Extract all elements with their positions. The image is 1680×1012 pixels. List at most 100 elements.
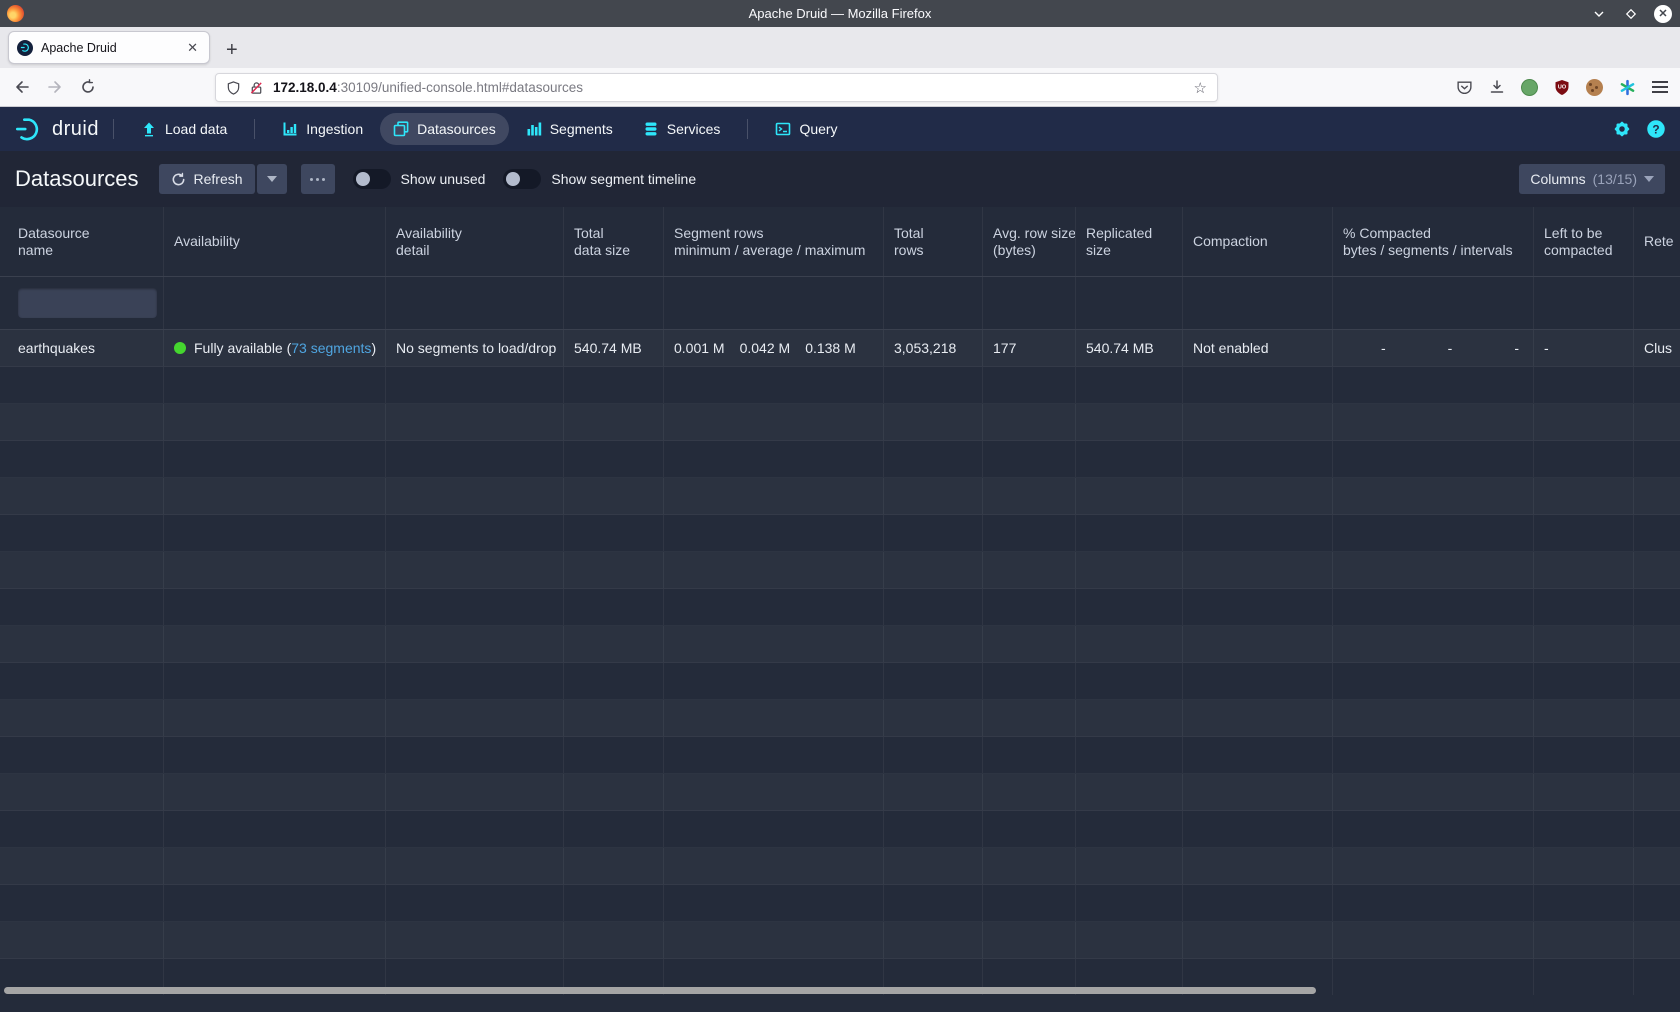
table-header-row: Datasourcename Availability Availability…: [0, 207, 1680, 277]
column-header-avg-row-size[interactable]: Avg. row size(bytes): [983, 207, 1076, 276]
query-icon: [775, 121, 791, 137]
nav-item-datasources[interactable]: Datasources: [380, 113, 509, 145]
cell-segment-rows: 0.001 M 0.042 M 0.138 M: [664, 330, 884, 366]
segments-count-link[interactable]: 73 segments: [291, 340, 371, 356]
toggle-knob: [356, 172, 370, 186]
window-close-button[interactable]: ✕: [1654, 5, 1672, 23]
table-filter-row: [0, 277, 1680, 330]
nav-item-load-data[interactable]: Load data: [128, 113, 240, 145]
new-tab-button[interactable]: +: [226, 40, 238, 60]
cookie-extension-icon[interactable]: [1586, 79, 1603, 96]
column-header-datasource-name[interactable]: Datasourcename: [0, 207, 164, 276]
columns-button[interactable]: Columns (13/15): [1519, 164, 1665, 194]
window-titlebar: Apache Druid — Mozilla Firefox ✕: [0, 0, 1680, 27]
nav-item-services[interactable]: Services: [630, 113, 734, 145]
shield-permissions-icon[interactable]: [226, 80, 241, 96]
tab-title: Apache Druid: [41, 41, 184, 55]
services-icon: [643, 121, 659, 137]
column-header-compaction[interactable]: Compaction: [1183, 207, 1333, 276]
nav-divider: [747, 119, 748, 139]
column-header-total-rows[interactable]: Totalrows: [884, 207, 983, 276]
druid-favicon-icon: [17, 40, 33, 56]
datasources-icon: [393, 121, 409, 137]
refresh-options-button[interactable]: [257, 164, 287, 194]
more-icon: [310, 178, 313, 181]
column-header-availability[interactable]: Availability: [164, 207, 386, 276]
empty-table-row: [0, 922, 1680, 959]
horizontal-scrollbar-thumb[interactable]: [4, 987, 1316, 994]
window-title: Apache Druid — Mozilla Firefox: [0, 6, 1680, 21]
availability-text: Fully available (: [194, 340, 291, 356]
page-header: Datasources Refresh Show unused Show seg…: [0, 151, 1680, 207]
browser-toolbar: 172.18.0.4:30109/unified-console.html#da…: [0, 68, 1680, 107]
menu-icon[interactable]: [1652, 78, 1668, 96]
nav-item-label: Query: [799, 121, 837, 137]
reload-icon[interactable]: [80, 79, 96, 95]
cell-percent-compacted: - - -: [1333, 330, 1534, 366]
nav-item-label: Datasources: [417, 121, 496, 137]
columns-count: (13/15): [1593, 171, 1637, 187]
download-icon[interactable]: [1489, 79, 1505, 95]
column-header-replicated-size[interactable]: Replicatedsize: [1076, 207, 1183, 276]
druid-brand-text: druid: [52, 118, 99, 141]
empty-table-row: [0, 515, 1680, 552]
caret-down-icon: [267, 176, 277, 182]
datasource-name-filter-input[interactable]: [18, 288, 157, 318]
pct-intervals: -: [1466, 340, 1533, 356]
nav-item-query[interactable]: Query: [762, 113, 850, 145]
druid-navbar: druid Load data Ingestion Datasources Se…: [0, 107, 1680, 151]
extension-icon[interactable]: [1521, 79, 1538, 96]
datasource-row-earthquakes: earthquakes Fully available (73 segments…: [0, 330, 1680, 367]
toggle-knob: [506, 172, 520, 186]
show-unused-toggle[interactable]: [353, 169, 391, 189]
column-header-availability-detail[interactable]: Availabilitydetail: [386, 207, 564, 276]
back-icon[interactable]: [14, 79, 30, 95]
column-header-retention[interactable]: Rete: [1634, 207, 1680, 276]
pocket-icon[interactable]: [1456, 79, 1473, 96]
ingestion-icon: [282, 121, 298, 137]
cell-compaction[interactable]: Not enabled: [1183, 330, 1333, 366]
empty-table-row: [0, 811, 1680, 848]
bookmark-star-icon[interactable]: ☆: [1194, 79, 1207, 97]
empty-table-row: [0, 774, 1680, 811]
column-header-left-to-be-compacted[interactable]: Left to becompacted: [1534, 207, 1634, 276]
empty-table-row: [0, 404, 1680, 441]
empty-table-row: [0, 700, 1680, 737]
column-header-total-data-size[interactable]: Totaldata size: [564, 207, 664, 276]
ublock-shield-icon[interactable]: UO: [1554, 79, 1570, 96]
cell-total-data-size: 540.74 MB: [564, 330, 664, 366]
load-data-icon: [141, 121, 157, 137]
cell-avg-row-size: 177: [983, 330, 1076, 366]
segments-icon: [526, 121, 542, 137]
column-header-segment-rows[interactable]: Segment rowsminimum / average / maximum: [664, 207, 884, 276]
cell-retention[interactable]: Clus: [1634, 330, 1680, 366]
empty-table-row: [0, 589, 1680, 626]
settings-gear-icon[interactable]: [1612, 119, 1632, 139]
nav-item-ingestion[interactable]: Ingestion: [269, 113, 376, 145]
url-text: 172.18.0.4:30109/unified-console.html#da…: [273, 80, 1194, 95]
empty-table-row: [0, 848, 1680, 885]
cell-availability: Fully available (73 segments): [164, 330, 386, 366]
refresh-button[interactable]: Refresh: [159, 164, 255, 194]
cell-datasource-name: earthquakes: [0, 330, 164, 366]
help-icon[interactable]: ?: [1646, 119, 1666, 139]
show-segment-timeline-toggle[interactable]: [503, 169, 541, 189]
tab-close-icon[interactable]: ✕: [184, 40, 201, 56]
insecure-lock-icon[interactable]: [249, 80, 264, 96]
url-host: 172.18.0.4: [273, 80, 337, 95]
url-bar[interactable]: 172.18.0.4:30109/unified-console.html#da…: [215, 73, 1218, 102]
nav-item-label: Segments: [550, 121, 613, 137]
empty-table-row: [0, 478, 1680, 515]
svg-text:UO: UO: [1558, 84, 1567, 90]
window-minimize-button[interactable]: [1590, 5, 1608, 23]
nav-item-segments[interactable]: Segments: [513, 113, 626, 145]
colorful-extension-icon[interactable]: [1619, 79, 1636, 96]
browser-tab[interactable]: Apache Druid ✕: [8, 31, 210, 64]
druid-logo[interactable]: druid: [14, 114, 99, 144]
forward-icon[interactable]: [47, 79, 63, 95]
window-maximize-button[interactable]: [1622, 5, 1640, 23]
show-unused-label: Show unused: [401, 171, 486, 187]
more-actions-button[interactable]: [301, 164, 335, 194]
column-header-percent-compacted[interactable]: % Compactedbytes / segments / intervals: [1333, 207, 1534, 276]
cell-replicated-size: 540.74 MB: [1076, 330, 1183, 366]
